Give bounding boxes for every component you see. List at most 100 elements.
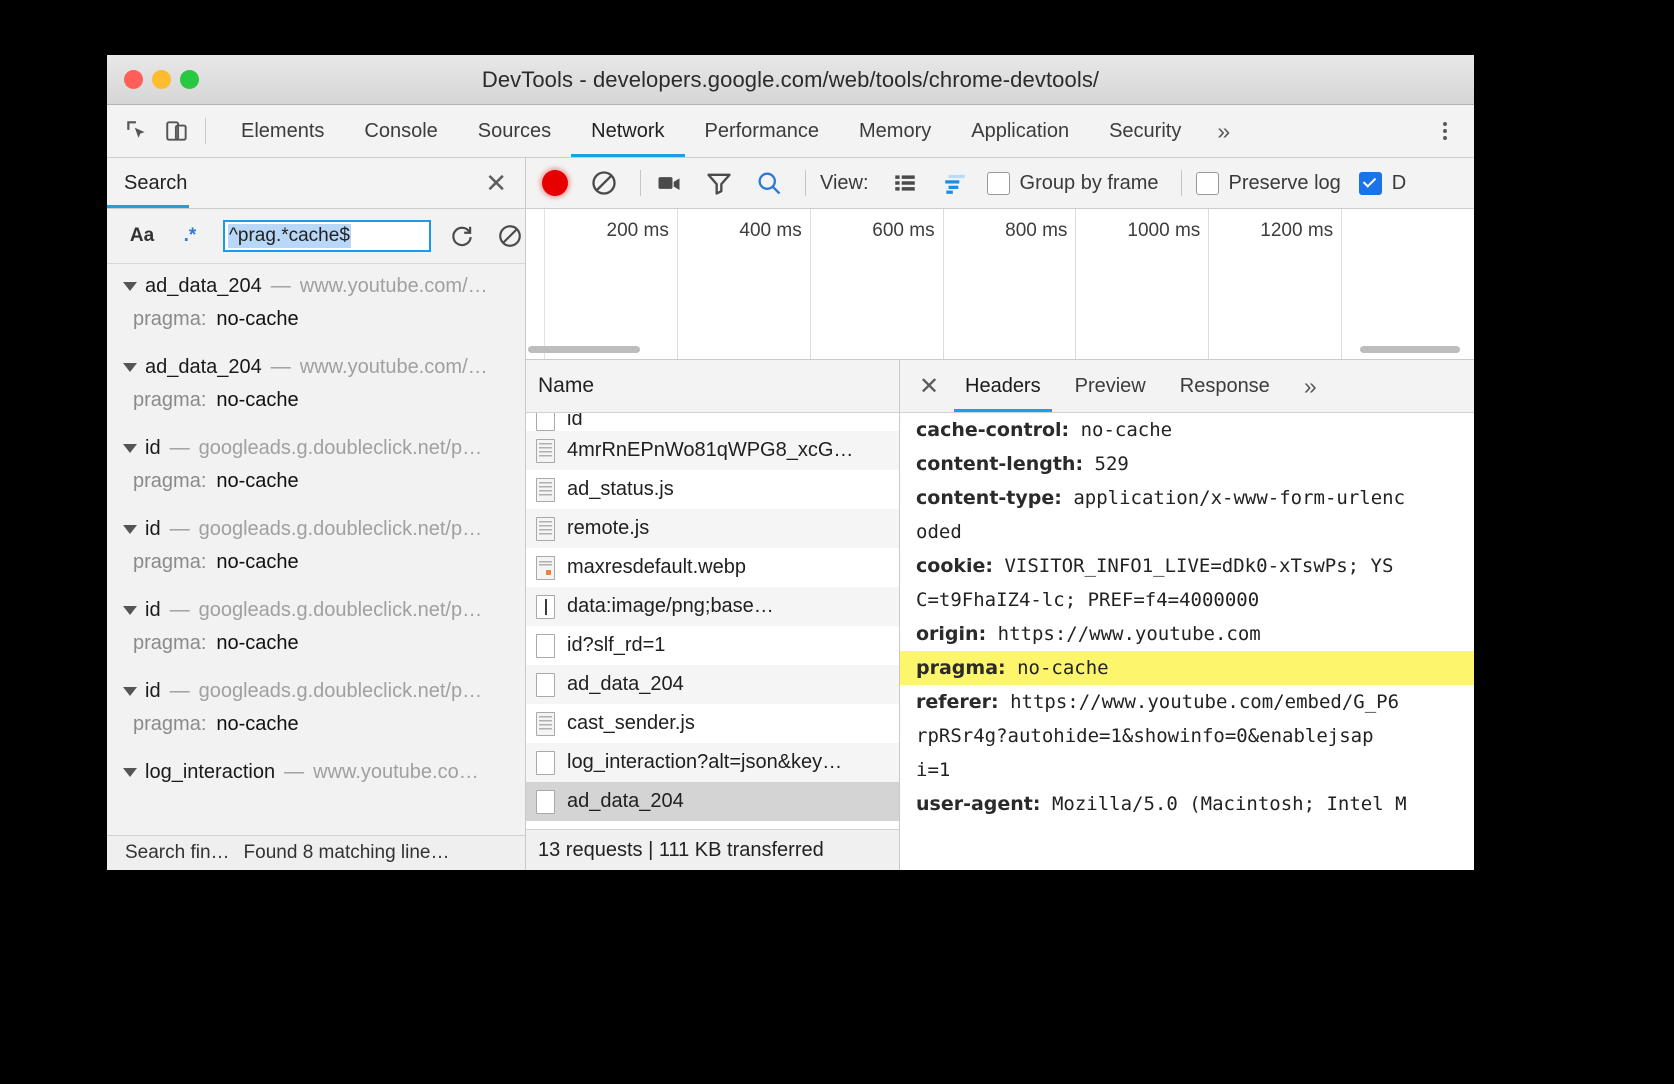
search-result-header[interactable]: id — googleads.g.doubleclick.net/p… [107,595,525,626]
waterfall-view-icon[interactable] [941,169,969,197]
tab-network[interactable]: Network [571,105,684,157]
clear-icon[interactable] [497,223,523,249]
header-value: Mozilla/5.0 (Macintosh; Intel M [1052,793,1407,815]
search-result-group[interactable]: ad_data_204 — www.youtube.com/… pragma:n… [107,345,525,426]
search-result-group[interactable]: id — googleads.g.doubleclick.net/p… prag… [107,669,525,750]
table-row[interactable]: 4mrRnEPnWo81qWPG8_xcG… [526,431,899,470]
tab-memory[interactable]: Memory [839,105,951,157]
more-details-tabs-icon[interactable]: » [1287,360,1334,412]
search-result-line[interactable]: pragma:no-cache [107,302,525,345]
table-row[interactable]: ad_status.js [526,470,899,509]
search-result-header[interactable]: id — googleads.g.doubleclick.net/p… [107,676,525,707]
device-toolbar-icon[interactable] [164,118,190,144]
search-result-line[interactable]: pragma:no-cache [107,464,525,507]
record-button[interactable] [542,170,568,196]
search-result-line[interactable]: pragma:no-cache [107,545,525,588]
tab-sources[interactable]: Sources [458,105,571,157]
search-result-line[interactable]: pragma:no-cache [107,383,525,426]
search-result-group[interactable]: id — googleads.g.doubleclick.net/p… prag… [107,426,525,507]
chevron-down-icon[interactable] [123,687,137,696]
chevron-down-icon[interactable] [123,606,137,615]
header-row: cookie: VISITOR_INFO1_LIVE=dDk0-xTswPs; … [916,549,1474,583]
search-results-list[interactable]: ad_data_204 — www.youtube.com/… pragma:n… [107,264,525,835]
minimize-window-button[interactable] [152,70,171,89]
preserve-log-label: Preserve log [1229,172,1341,195]
headers-content[interactable]: cache-control: no-cache content-length: … [900,413,1474,870]
search-result-header[interactable]: id — googleads.g.doubleclick.net/p… [107,433,525,464]
table-row[interactable]: id?slf_rd=1 [526,626,899,665]
result-dash: — [170,518,190,541]
overview-scrollbar-right-handle[interactable] [1360,346,1460,353]
tabbar-right-icons [1430,105,1474,157]
plain-file-icon [536,634,555,658]
tab-performance[interactable]: Performance [685,105,840,157]
chevron-down-icon[interactable] [123,444,137,453]
search-result-header[interactable]: ad_data_204 — www.youtube.com/… [107,271,525,302]
close-details-icon[interactable]: ✕ [910,360,948,412]
close-icon[interactable]: ✕ [485,170,507,196]
result-url: googleads.g.doubleclick.net/p… [199,680,483,703]
inspect-element-icon[interactable] [124,118,150,144]
group-by-frame-checkbox[interactable] [987,172,1010,195]
kebab-menu-icon[interactable] [1430,116,1460,146]
chevron-down-icon[interactable] [123,525,137,534]
tabbar-divider [205,118,206,144]
network-overview-timeline[interactable]: 200 ms 400 ms 600 ms 800 ms 1000 ms 1200… [526,209,1474,360]
search-result-line[interactable]: pragma:no-cache [107,626,525,669]
search-result-group[interactable]: ad_data_204 — www.youtube.com/… pragma:n… [107,264,525,345]
search-magnifier-icon[interactable] [755,169,783,197]
search-result-line[interactable]: pragma:no-cache [107,707,525,750]
search-result-header[interactable]: id — googleads.g.doubleclick.net/p… [107,514,525,545]
table-row[interactable]: data:image/png;base… [526,587,899,626]
chevron-down-icon[interactable] [123,768,137,777]
header-value: 529 [1095,453,1129,475]
disable-cache-checkbox[interactable] [1359,172,1382,195]
tab-security[interactable]: Security [1089,105,1201,157]
chevron-down-icon[interactable] [123,363,137,372]
result-dash: — [170,680,190,703]
regex-button[interactable]: .* [177,225,203,247]
match-case-button[interactable]: Aa [125,225,159,247]
tab-elements[interactable]: Elements [221,105,344,157]
chevron-down-icon[interactable] [123,282,137,291]
list-view-icon[interactable] [891,169,919,197]
tab-response[interactable]: Response [1163,360,1287,412]
result-dash: — [170,599,190,622]
tab-console[interactable]: Console [344,105,457,157]
request-rows[interactable]: id 4mrRnEPnWo81qWPG8_xcG… ad_status.js [526,413,899,829]
table-row[interactable]: cast_sender.js [526,704,899,743]
table-row[interactable]: ad_data_204 [526,665,899,704]
refresh-icon[interactable] [449,223,475,249]
tab-application[interactable]: Application [951,105,1089,157]
header-key: user-agent: [916,793,1041,815]
request-name: maxresdefault.webp [567,556,746,579]
tab-headers[interactable]: Headers [948,360,1058,412]
request-list-header[interactable]: Name [526,360,899,413]
overview-scrollbar-left-handle[interactable] [528,346,640,353]
table-row[interactable]: maxresdefault.webp [526,548,899,587]
search-input[interactable]: ^prag.*cache$ [223,220,431,252]
header-key: content-length: [916,453,1083,475]
overview-tick: 400 ms [678,209,811,359]
search-result-header[interactable]: ad_data_204 — www.youtube.com/… [107,352,525,383]
table-row[interactable]: log_interaction?alt=json&key… [526,743,899,782]
search-result-group[interactable]: id — googleads.g.doubleclick.net/p… prag… [107,588,525,669]
result-value: no-cache [216,551,298,573]
table-row[interactable]: ad_data_204 [526,782,899,821]
maximize-window-button[interactable] [180,70,199,89]
camera-filmstrip-icon[interactable] [655,169,683,197]
clear-network-icon[interactable] [590,169,618,197]
overview-tick: 1000 ms [1076,209,1209,359]
table-row[interactable]: remote.js [526,509,899,548]
table-row[interactable]: id [526,413,899,431]
script-file-icon [536,712,555,736]
search-panel-header: Search ✕ [107,158,525,209]
close-window-button[interactable] [124,70,143,89]
search-result-group[interactable]: id — googleads.g.doubleclick.net/p… prag… [107,507,525,588]
more-tabs-chevron-icon[interactable]: » [1201,105,1246,157]
filter-funnel-icon[interactable] [705,169,733,197]
preserve-log-checkbox[interactable] [1196,172,1219,195]
tab-preview[interactable]: Preview [1058,360,1163,412]
search-result-group[interactable]: log_interaction — www.youtube.co… [107,750,525,788]
search-result-header[interactable]: log_interaction — www.youtube.co… [107,757,525,788]
